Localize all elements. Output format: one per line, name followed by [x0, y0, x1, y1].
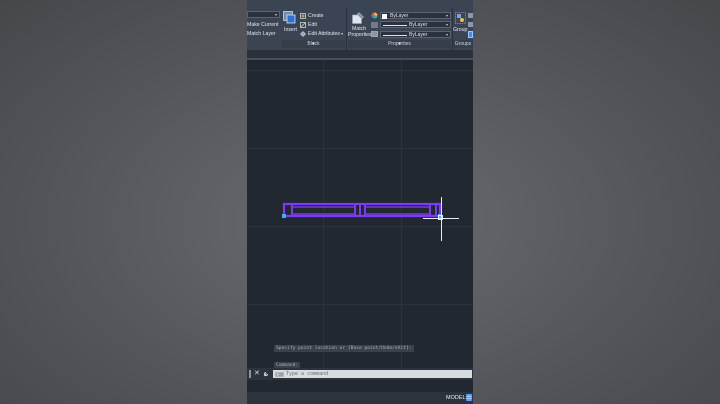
linetype-dropdown[interactable]: ByLayer ▾ — [380, 21, 451, 28]
linetype-sample — [383, 24, 407, 26]
lineweight-value: ByLayer — [409, 32, 428, 38]
edit-block-icon — [300, 22, 306, 28]
color-swatch — [382, 13, 387, 19]
edit-block-button[interactable]: Edit — [308, 22, 317, 28]
chevron-down-icon: ▾ — [445, 32, 448, 37]
command-line-grip[interactable] — [249, 370, 251, 378]
model-space-button[interactable]: MODEL — [446, 394, 466, 402]
match-properties-icon — [352, 12, 364, 24]
group-edit-button[interactable] — [468, 22, 473, 27]
grip-point — [282, 214, 286, 218]
chevron-down-icon[interactable]: ▾ — [341, 31, 343, 36]
create-block-button[interactable]: Create — [308, 13, 324, 19]
group-icon — [455, 12, 466, 24]
match-label-2: Properties — [348, 32, 372, 38]
group-selection-toggle[interactable] — [468, 31, 473, 38]
wrench-icon[interactable] — [263, 371, 269, 377]
group-label: Group — [453, 27, 468, 33]
create-block-icon — [300, 13, 306, 19]
insert-label: Insert — [284, 27, 297, 33]
ribbon: ▾ Make Current Match Layer Insert Create… — [247, 0, 473, 50]
selected-object[interactable] — [279, 201, 447, 221]
command-prompt-icon[interactable] — [275, 371, 284, 377]
linetype-value: ByLayer — [409, 22, 428, 28]
lineweight-icon — [371, 31, 378, 37]
grid-line — [247, 70, 473, 71]
groups-panel-title[interactable]: Groups — [453, 40, 473, 48]
groups-panel-label: Groups — [454, 41, 472, 47]
panel-divider — [346, 8, 347, 50]
block-panel-title[interactable]: Block ▾ — [282, 40, 345, 48]
make-current-button[interactable]: Make Current — [247, 22, 278, 28]
chevron-down-icon: ▾ — [445, 13, 448, 18]
grid-line — [247, 148, 473, 149]
edit-attributes-icon — [300, 31, 306, 37]
drawing-canvas[interactable] — [247, 60, 473, 368]
ungroup-button[interactable] — [468, 13, 473, 18]
chevron-down-icon: ▾ — [445, 22, 448, 27]
block-panel-label: Block — [307, 41, 320, 47]
autocad-window: ▾ Make Current Match Layer Insert Create… — [247, 0, 473, 404]
color-value: ByLayer — [390, 13, 409, 19]
chevron-down-icon: ▾ — [274, 12, 277, 17]
command-input[interactable]: Type a command — [273, 370, 472, 378]
grid-line — [247, 304, 473, 305]
match-properties-button[interactable]: Match Properties — [348, 10, 372, 40]
properties-panel-label: Properties — [388, 41, 411, 47]
close-icon[interactable]: ✕ — [254, 368, 260, 380]
status-bar: MODEL — [247, 392, 473, 404]
insert-icon — [283, 11, 296, 24]
linetype-icon — [371, 22, 378, 28]
insert-button[interactable]: Insert — [282, 9, 297, 37]
lineweight-sample — [383, 34, 407, 36]
command-input-placeholder: Type a command — [286, 371, 329, 377]
edit-attributes-button[interactable]: Edit Attributes — [308, 31, 340, 37]
color-wheel-icon — [371, 12, 378, 19]
color-dropdown[interactable]: ByLayer ▾ — [380, 12, 451, 19]
layer-dropdown[interactable]: ▾ — [247, 11, 280, 18]
command-line: ✕ Type a command — [247, 368, 473, 380]
match-layer-button[interactable]: Match Layer — [247, 31, 276, 37]
crosshair-cursor — [423, 197, 459, 241]
grid-display-icon[interactable] — [466, 394, 472, 401]
command-history-line: Specify point location or [Base point/Un… — [274, 345, 414, 352]
lineweight-dropdown[interactable]: ByLayer ▾ — [380, 31, 451, 38]
properties-panel-title[interactable]: Properties ▾ — [348, 40, 451, 48]
